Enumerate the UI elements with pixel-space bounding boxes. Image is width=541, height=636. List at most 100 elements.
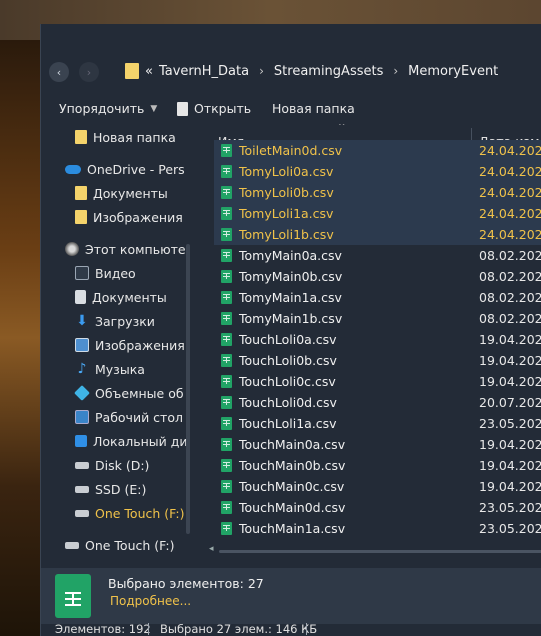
csv-file-icon [221,501,232,514]
csv-file-icon [221,480,232,493]
file-row[interactable]: TouchMain0b.csv 19.04.2020 [214,455,541,476]
file-name: TouchMain0a.csv [239,437,346,452]
drive-icon [75,461,89,469]
file-date: 19.04.2020 [479,437,541,452]
csv-file-icon [221,333,232,346]
nav-item-pictures[interactable]: Изображения [75,334,185,356]
nav-item-disk-d[interactable]: Disk (D:) [75,454,149,476]
organize-button[interactable]: Упорядочить ▼ [59,101,157,116]
file-name: TouchLoli0a.csv [239,332,337,347]
nav-item-desktop[interactable]: Рабочий стол [75,406,183,428]
windows-drive-icon [75,435,87,447]
file-row[interactable]: TomyLoli1b.csv 24.04.2025 [214,224,541,245]
nav-item-video[interactable]: Видео [75,262,136,284]
music-icon: ♪ [77,361,87,377]
nav-item-images[interactable]: Изображения [75,206,183,228]
status-selected: Выбрано 27 элем.: 146 КБ [160,622,318,636]
csv-file-icon [221,312,232,325]
scroll-thumb[interactable] [219,550,541,553]
file-list: ^ Имя Дата изме ToiletMain0d.csv24.04.20… [214,124,541,564]
new-folder-button[interactable]: Новая папка [272,101,355,116]
file-row[interactable]: ToiletMain0d.csv 24.04.2025 [214,140,541,161]
breadcrumb-item-memoryevent[interactable]: MemoryEvent [408,64,498,79]
nav-item-one-touch-f[interactable]: One Touch (F:) [75,502,184,524]
file-row[interactable]: TouchMain0a.csv 19.04.2020 [214,434,541,455]
video-icon [75,266,89,280]
file-date: 24.04.2025 [479,164,541,179]
file-row[interactable]: TomyLoli0a.csv 24.04.2025 [214,161,541,182]
csv-file-icon [221,522,232,535]
file-date: 19.04.2020 [479,353,541,368]
horizontal-scrollbar[interactable]: ◂ [209,544,541,554]
nav-item-downloads[interactable]: ⬇ Загрузки [75,310,155,332]
csv-file-icon [221,270,232,283]
breadcrumb-item-tavernh-data[interactable]: TavernH_Data [159,64,249,79]
file-name: TouchMain0c.csv [239,479,345,494]
file-row[interactable]: TomyMain0b.csv 08.02.2025 [214,266,541,287]
drive-icon [65,541,79,549]
file-row[interactable]: TomyLoli0b.csv 24.04.2025 [214,182,541,203]
nav-scrollbar[interactable] [186,244,190,534]
caret-down-icon: ▼ [150,103,158,114]
nav-label: Disk (D:) [95,457,150,473]
file-date: 24.04.2025 [479,185,541,200]
nav-label: Изображения [93,209,183,225]
chevron-right-icon[interactable]: › [255,64,268,78]
file-row[interactable]: TouchLoli0a.csv 19.04.2020 [214,329,541,350]
file-date: 23.05.2020 [479,500,541,515]
new-folder-label: Новая папка [272,101,355,116]
nav-item-ssd-e[interactable]: SSD (E:) [75,478,146,500]
file-row[interactable]: TouchMain0d.csv 23.05.2020 [214,497,541,518]
computer-icon [65,242,79,256]
file-date: 20.07.2020 [479,395,541,410]
file-date: 23.05.2020 [479,416,541,431]
nav-item-local-disk[interactable]: Локальный ди [75,430,188,452]
folder-icon [75,186,87,200]
nav-label: Новая папка [93,129,176,145]
file-row[interactable]: TouchLoli1a.csv 23.05.2020 [214,413,541,434]
chevron-right-icon: › [86,65,92,79]
file-row[interactable]: TomyMain1a.csv 08.02.2025 [214,287,541,308]
file-row[interactable]: TouchMain0c.csv 19.04.2020 [214,476,541,497]
file-name: TomyLoli1b.csv [239,227,334,242]
file-row[interactable]: TouchLoli0d.csv 20.07.2020 [214,392,541,413]
more-details-link[interactable]: Подробнее... [110,594,191,608]
open-button[interactable]: Открыть [177,101,251,116]
nav-item-onedrive[interactable]: OneDrive - Pers [65,158,185,180]
nav-label: Документы [92,289,167,305]
file-name: TomyLoli0a.csv [239,164,334,179]
breadcrumb-overflow[interactable]: « [145,64,153,79]
file-name: TomyLoli0b.csv [239,185,334,200]
nav-item-documents[interactable]: Документы [75,182,168,204]
file-name: TouchMain1a.csv [239,521,346,536]
nav-item-3d-objects[interactable]: Объемные об [74,382,184,404]
file-row[interactable]: TomyLoli1a.csv 24.04.2025 [214,203,541,224]
file-row[interactable]: TomyMain1b.csv 08.02.2025 [214,308,541,329]
file-date: 08.02.2025 [479,311,541,326]
nav-label: Локальный ди [93,433,188,449]
file-row[interactable]: TouchLoli0c.csv 19.04.2020 [214,371,541,392]
breadcrumb-item-streamingassets[interactable]: StreamingAssets [274,64,383,79]
file-row[interactable]: TouchLoli0b.csv 19.04.2020 [214,350,541,371]
file-row[interactable]: TouchMain1a.csv 23.05.2020 [214,518,541,539]
file-name: TomyMain0b.csv [239,269,343,284]
breadcrumb: « TavernH_Data › StreamingAssets › Memor… [125,63,498,79]
scroll-left-icon[interactable]: ◂ [209,544,214,554]
csv-file-icon [221,396,232,409]
file-row[interactable]: TomyMain0a.csv 08.02.2025 [214,245,541,266]
nav-item-this-pc[interactable]: Этот компьюте [65,238,186,260]
nav-label: Рабочий стол [95,409,183,425]
3d-objects-icon [74,385,90,401]
nav-item-documents-pc[interactable]: Документы [75,286,167,308]
nav-item-new-folder[interactable]: Новая папка [75,126,176,148]
status-divider [306,623,307,635]
back-button[interactable]: ‹ [49,62,69,82]
navigation-pane: Новая папка OneDrive - Pers Документы Из… [41,124,201,564]
details-pane: Выбрано элементов: 27 Подробнее... [41,568,541,624]
chevron-right-icon[interactable]: › [389,64,402,78]
forward-button[interactable]: › [79,62,99,82]
nav-item-music[interactable]: ♪ Музыка [75,358,145,380]
open-label: Открыть [194,101,252,116]
command-bar: Упорядочить ▼ Открыть Новая папка [41,96,541,120]
nav-item-one-touch-f-root[interactable]: One Touch (F:) [65,534,174,556]
